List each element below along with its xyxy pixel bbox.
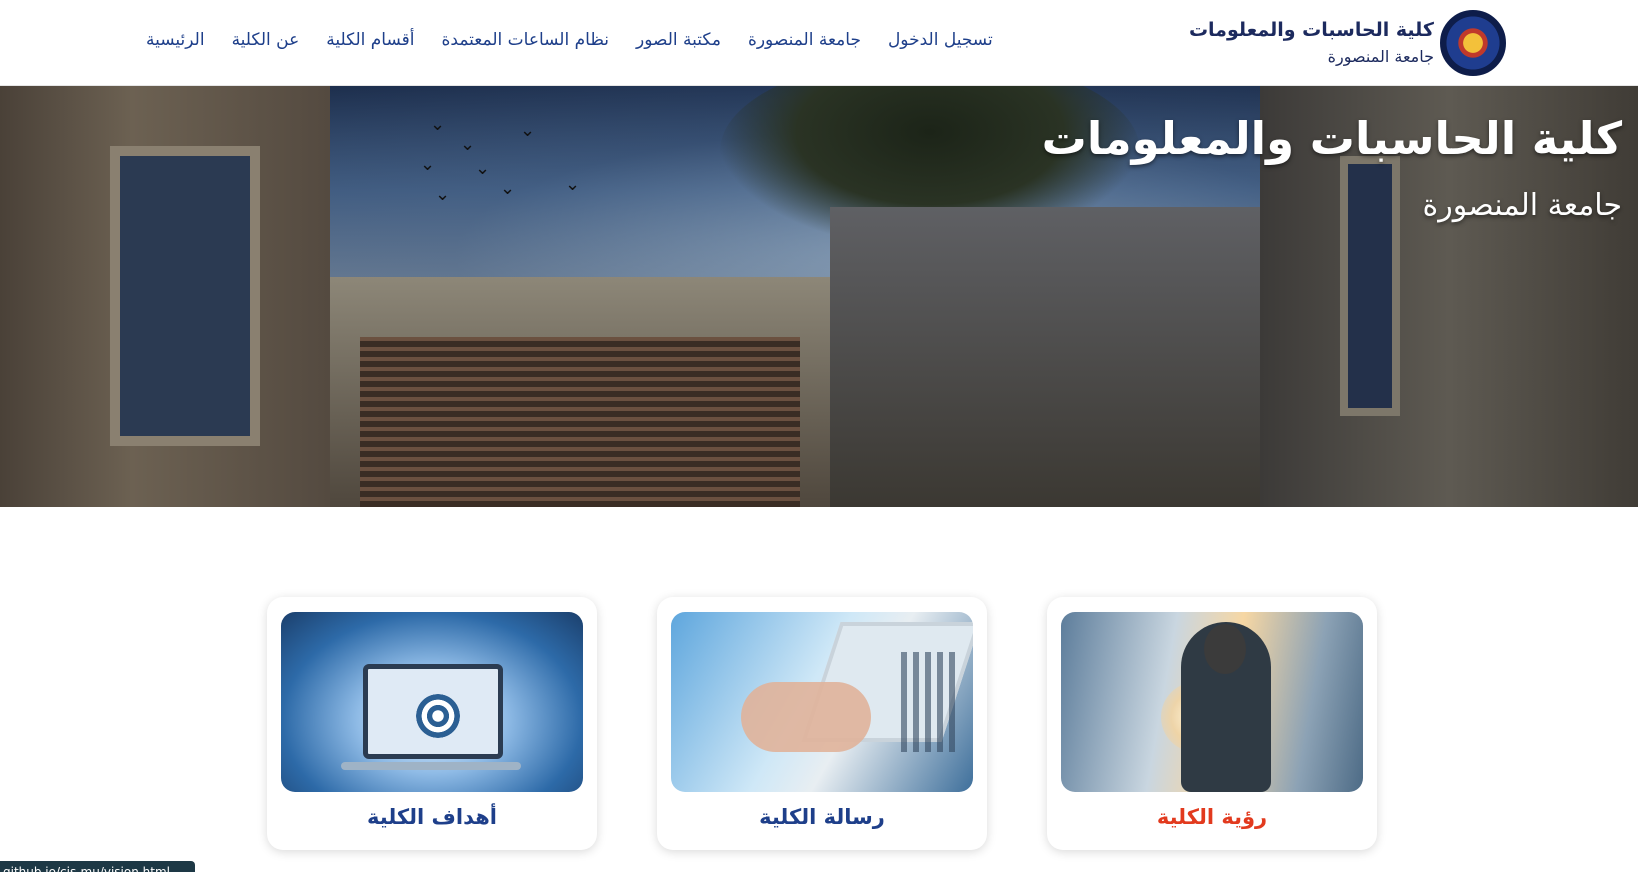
mission-image xyxy=(671,612,973,792)
main-nav: الرئيسية عن الكلية أقسام الكلية نظام الس… xyxy=(146,30,993,56)
building-window xyxy=(1340,156,1400,416)
navbar: كلية الحاسبات والمعلومات جامعة المنصورة … xyxy=(0,0,1638,86)
card-vision-title[interactable]: رؤية الكلية xyxy=(1047,805,1377,829)
brand-text: كلية الحاسبات والمعلومات جامعة المنصورة xyxy=(1189,17,1434,69)
laptop-base xyxy=(341,762,521,770)
status-bar-url: github.io/cis-mu/vision.html xyxy=(0,861,195,872)
chart-bars xyxy=(901,652,961,752)
nav-item-credit-hours[interactable]: نظام الساعات المعتمدة xyxy=(442,30,610,56)
card-mission[interactable]: رسالة الكلية xyxy=(657,597,987,850)
hero-subtitle: جامعة المنصورة xyxy=(1422,188,1622,223)
bird-icon: ⌄ xyxy=(435,184,451,205)
brand[interactable]: كلية الحاسبات والمعلومات جامعة المنصورة xyxy=(1189,8,1506,78)
bird-icon: ⌄ xyxy=(520,120,536,141)
nav-item-university[interactable]: جامعة المنصورة xyxy=(748,30,861,56)
nav-item-departments[interactable]: أقسام الكلية xyxy=(326,30,414,56)
nav-item-home[interactable]: الرئيسية xyxy=(146,30,205,56)
college-logo-icon[interactable] xyxy=(1440,10,1506,76)
nav-item-gallery[interactable]: مكتبة الصور xyxy=(636,30,721,56)
building-back xyxy=(830,207,1260,507)
hero-banner: ⌄ ⌄ ⌄ ⌄ ⌄ ⌄ ⌄ ⌄ كلية الحاسبات والمعلومات… xyxy=(0,86,1638,507)
vision-image xyxy=(1061,612,1363,792)
card-vision[interactable]: رؤية الكلية xyxy=(1047,597,1377,850)
typing-hands xyxy=(741,682,871,752)
card-goals[interactable]: أهداف الكلية xyxy=(267,597,597,850)
bird-icon: ⌄ xyxy=(500,178,516,199)
building-center xyxy=(330,277,830,507)
building-left xyxy=(0,86,330,507)
brand-subtitle: جامعة المنصورة xyxy=(1327,47,1434,66)
hero-title: كلية الحاسبات والمعلومات xyxy=(1041,112,1622,165)
nav-item-about[interactable]: عن الكلية xyxy=(232,30,300,56)
card-goals-title[interactable]: أهداف الكلية xyxy=(267,805,597,829)
bird-icon: ⌄ xyxy=(430,114,446,135)
brand-title: كلية الحاسبات والمعلومات xyxy=(1188,19,1434,41)
page: كلية الحاسبات والمعلومات جامعة المنصورة … xyxy=(0,0,1638,872)
bird-icon: ⌄ xyxy=(460,134,476,155)
target-icon xyxy=(416,694,460,738)
bird-icon: ⌄ xyxy=(565,174,581,195)
building-louvers xyxy=(360,337,800,507)
laptop-icon xyxy=(363,664,503,759)
person-head xyxy=(1204,624,1246,674)
goals-image xyxy=(281,612,583,792)
bird-icon: ⌄ xyxy=(475,158,491,179)
nav-item-login[interactable]: تسجيل الدخول xyxy=(888,30,993,56)
building-window xyxy=(110,146,260,446)
bird-icon: ⌄ xyxy=(420,154,436,175)
card-mission-title[interactable]: رسالة الكلية xyxy=(657,805,987,829)
